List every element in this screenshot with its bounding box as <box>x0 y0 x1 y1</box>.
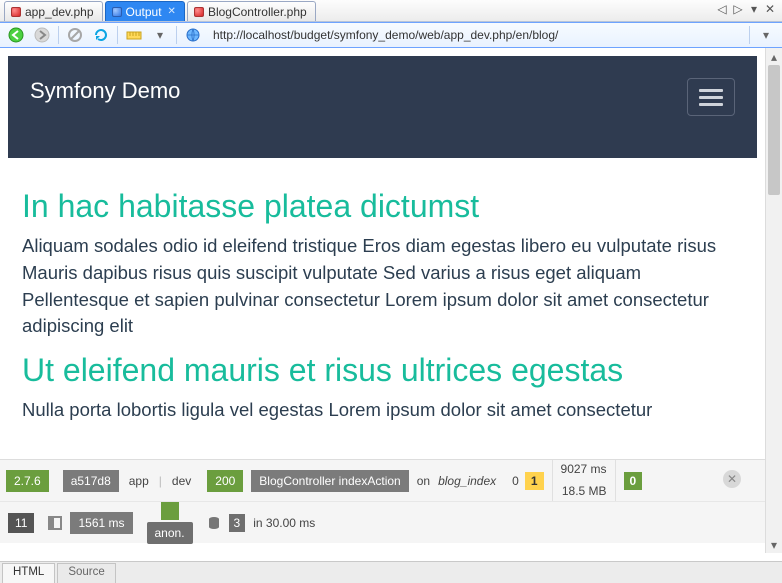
scroll-down-button[interactable]: ▾ <box>766 536 782 553</box>
sf-close-button[interactable]: ✕ <box>723 470 741 488</box>
symfony-debug-toolbar-row2[interactable]: 11 1561 ms anon. 3 in 30.00 ms <box>0 501 765 543</box>
sf-env: dev <box>172 474 191 488</box>
symfony-debug-toolbar[interactable]: 2.7.6 a517d8 app | dev 200 BlogControlle… <box>0 459 765 501</box>
sf-http-status[interactable]: 200 <box>207 470 243 492</box>
stop-icon <box>68 28 82 42</box>
tabstrip-controls: ◁ ▷ ▾ ✕ <box>716 2 776 16</box>
sf-query-count: 3 <box>229 514 246 532</box>
sf-logger-cell[interactable]: 0 1 <box>504 460 552 501</box>
php-file-icon <box>194 7 204 17</box>
post-title[interactable]: Ut eleifend mauris et risus ultrices ege… <box>22 352 743 389</box>
tab-source-view[interactable]: Source <box>57 563 115 583</box>
separator <box>176 26 177 44</box>
sf-db-cell[interactable]: 3 in 30.00 ms <box>207 514 316 532</box>
close-all-icon[interactable]: ✕ <box>764 2 776 16</box>
deprecation-count: 1 <box>525 472 544 490</box>
vertical-scrollbar[interactable]: ▴ ▾ <box>765 48 782 553</box>
blog-list: In hac habitasse platea dictumst Aliquam… <box>0 166 765 440</box>
php-file-icon <box>11 7 21 17</box>
tab-output[interactable]: Output ✕ <box>105 1 185 21</box>
separator <box>58 26 59 44</box>
separator <box>117 26 118 44</box>
forward-button[interactable] <box>32 25 52 45</box>
sf-time[interactable]: 9027 ms <box>561 462 607 478</box>
page-body: Symfony Demo In hac habitasse platea dic… <box>0 56 765 440</box>
arrow-left-icon <box>8 27 24 43</box>
browser-toolbar: ▾ http://localhost/budget/symfony_demo/w… <box>0 22 782 48</box>
scroll-up-button[interactable]: ▴ <box>766 48 782 65</box>
sf-twig-cell[interactable]: 1561 ms <box>48 512 132 534</box>
scroll-track[interactable] <box>766 65 782 536</box>
security-icon <box>161 502 179 520</box>
ruler-icon <box>126 28 142 42</box>
sf-route-prefix: on <box>417 474 430 488</box>
sf-memory[interactable]: 18.5 MB <box>562 484 607 500</box>
scroll-tabs-left-icon[interactable]: ◁ <box>716 2 728 16</box>
reload-button[interactable] <box>91 25 111 45</box>
tab-list-dropdown-icon[interactable]: ▾ <box>748 2 760 16</box>
sf-forms-count[interactable]: 11 <box>8 513 34 533</box>
site-navbar: Symfony Demo <box>8 56 757 158</box>
tab-label: app_dev.php <box>25 5 94 19</box>
back-button[interactable] <box>6 25 26 45</box>
brand-title[interactable]: Symfony Demo <box>30 78 180 104</box>
tab-html-view[interactable]: HTML <box>2 563 55 583</box>
burger-bar-icon <box>699 96 723 99</box>
output-icon <box>112 7 122 17</box>
sf-security-cell[interactable]: anon. <box>147 502 193 544</box>
sf-token[interactable]: a517d8 <box>63 470 119 492</box>
page-scroll: Symfony Demo In hac habitasse platea dic… <box>0 48 765 553</box>
post-excerpt: Aliquam sodales odio id eleifend tristiq… <box>22 233 743 340</box>
close-icon[interactable]: ✕ <box>168 6 176 17</box>
stop-button[interactable] <box>65 25 85 45</box>
warning-count: 0 <box>512 474 519 488</box>
globe-icon <box>185 27 201 43</box>
sf-render-time: 1561 ms <box>70 512 132 534</box>
post-title[interactable]: In hac habitasse platea dictumst <box>22 188 743 225</box>
output-view-tabs: HTML Source <box>0 561 782 583</box>
url-bar[interactable]: http://localhost/budget/symfony_demo/web… <box>209 28 743 42</box>
toolbar-menu-dropdown[interactable]: ▾ <box>756 25 776 45</box>
burger-bar-icon <box>699 103 723 106</box>
separator <box>749 26 750 44</box>
sf-user: anon. <box>147 522 193 544</box>
tab-blogcontroller[interactable]: BlogController.php <box>187 1 316 21</box>
scroll-thumb[interactable] <box>768 65 780 195</box>
resize-dropdown[interactable]: ▾ <box>150 25 170 45</box>
sf-query-time: in 30.00 ms <box>253 516 315 530</box>
sf-controller[interactable]: BlogController indexAction <box>251 470 408 492</box>
editor-tab-strip: app_dev.php Output ✕ BlogController.php … <box>0 0 782 22</box>
sf-app: app <box>129 474 149 488</box>
menu-toggle-button[interactable] <box>687 78 735 116</box>
burger-bar-icon <box>699 89 723 92</box>
tab-label: Output <box>126 5 162 19</box>
open-in-browser-button[interactable] <box>183 25 203 45</box>
ruler-button[interactable] <box>124 25 144 45</box>
sf-ajax-count[interactable]: 0 <box>624 472 643 490</box>
panel-icon <box>48 516 62 530</box>
refresh-icon <box>93 27 109 43</box>
tab-app-dev[interactable]: app_dev.php <box>4 1 103 21</box>
arrow-right-icon <box>34 27 50 43</box>
scroll-tabs-right-icon[interactable]: ▷ <box>732 2 744 16</box>
sf-route: blog_index <box>438 474 496 488</box>
browser-viewport: Symfony Demo In hac habitasse platea dic… <box>0 48 782 553</box>
tab-label: BlogController.php <box>208 5 307 19</box>
post-excerpt: Nulla porta lobortis ligula vel egestas … <box>22 397 743 424</box>
sf-version-badge[interactable]: 2.7.6 <box>6 470 49 492</box>
database-icon <box>207 516 221 530</box>
